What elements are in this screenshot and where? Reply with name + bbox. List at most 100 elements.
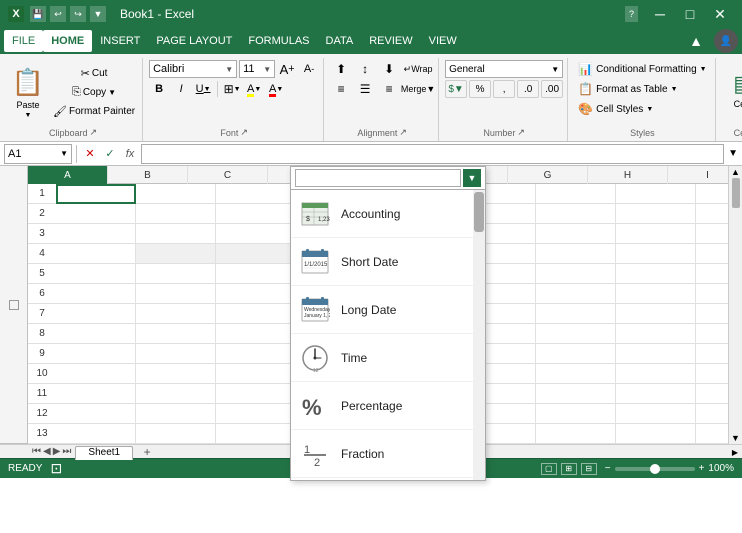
cell-C12[interactable] <box>216 404 296 424</box>
cell-B4[interactable] <box>136 244 216 264</box>
copy-button[interactable]: ⎘ Copy ▼ <box>50 84 138 102</box>
cell-H5[interactable] <box>616 264 696 284</box>
formula-input[interactable] <box>141 144 724 164</box>
bold-button[interactable]: B <box>149 80 169 98</box>
cell-A12[interactable] <box>56 404 136 424</box>
dropdown-item-accounting[interactable]: $ 1,234 Accounting <box>291 190 485 238</box>
last-sheet-button[interactable]: ⏭ <box>62 446 71 457</box>
fill-color-button[interactable]: A ▼ <box>244 80 264 98</box>
dropdown-scrollbar-track[interactable] <box>473 190 485 480</box>
clipboard-expand-icon[interactable]: ↗ <box>90 127 98 138</box>
cell-B13[interactable] <box>136 424 216 444</box>
minimize-button[interactable]: ─ <box>646 0 674 28</box>
cell-C6[interactable] <box>216 284 296 304</box>
cell-H9[interactable] <box>616 344 696 364</box>
page-layout-view-button[interactable]: ⊞ <box>561 463 577 475</box>
cell-I10[interactable] <box>696 364 728 384</box>
cell-G13[interactable] <box>536 424 616 444</box>
scroll-down-button[interactable]: ▼ <box>730 432 742 444</box>
number-format-selector[interactable]: General ▼ <box>445 60 563 78</box>
cell-B2[interactable] <box>136 204 216 224</box>
align-bottom-button[interactable]: ⬇ <box>378 60 400 78</box>
menu-home[interactable]: HOME <box>43 30 92 52</box>
cell-G1[interactable] <box>536 184 616 204</box>
accounting-format-button[interactable]: $▼ <box>445 80 467 98</box>
underline-button[interactable]: U ▼ <box>193 80 213 98</box>
cell-H6[interactable] <box>616 284 696 304</box>
menu-data[interactable]: DATA <box>318 30 362 52</box>
cell-I7[interactable] <box>696 304 728 324</box>
page-break-view-button[interactable]: ⊟ <box>581 463 597 475</box>
col-header-I[interactable]: I <box>668 166 728 184</box>
cell-G8[interactable] <box>536 324 616 344</box>
cell-C11[interactable] <box>216 384 296 404</box>
scroll-up-button[interactable]: ▲ <box>730 166 742 178</box>
cell-H4[interactable] <box>616 244 696 264</box>
conditional-formatting-button[interactable]: 📊 Conditional Formatting ▼ <box>574 60 711 78</box>
next-sheet-button[interactable]: ▶ <box>53 446 61 457</box>
cell-A3[interactable] <box>56 224 136 244</box>
font-size-selector[interactable]: 11 ▼ <box>239 60 275 78</box>
cell-G12[interactable] <box>536 404 616 424</box>
vertical-scrollbar[interactable]: ▲ ▼ <box>728 166 742 444</box>
decrease-font-button[interactable]: A- <box>299 60 319 78</box>
menu-insert[interactable]: INSERT <box>92 30 148 52</box>
cell-I13[interactable] <box>696 424 728 444</box>
cell-G10[interactable] <box>536 364 616 384</box>
number-expand-icon[interactable]: ↗ <box>517 127 525 138</box>
col-header-H[interactable]: H <box>588 166 668 184</box>
dropdown-item-scientific[interactable]: 10 2 Scientific <box>291 478 485 480</box>
increase-decimal-button[interactable]: .0 <box>517 80 539 98</box>
cell-H13[interactable] <box>616 424 696 444</box>
align-middle-button[interactable]: ↕ <box>354 60 376 78</box>
cell-A7[interactable] <box>56 304 136 324</box>
cell-I8[interactable] <box>696 324 728 344</box>
cell-G4[interactable] <box>536 244 616 264</box>
cell-I11[interactable] <box>696 384 728 404</box>
col-header-G[interactable]: G <box>508 166 588 184</box>
scroll-thumb[interactable] <box>732 178 740 208</box>
cell-C10[interactable] <box>216 364 296 384</box>
font-expand-icon[interactable]: ↗ <box>240 127 248 138</box>
cell-I5[interactable] <box>696 264 728 284</box>
customize-icon[interactable]: ▼ <box>90 6 106 22</box>
paste-button[interactable]: 📋 Paste ▼ <box>8 63 48 123</box>
zoom-slider-track[interactable] <box>615 467 695 471</box>
cell-B11[interactable] <box>136 384 216 404</box>
cell-I12[interactable] <box>696 404 728 424</box>
close-button[interactable]: ✕ <box>706 0 734 28</box>
dropdown-item-percentage[interactable]: % Percentage <box>291 382 485 430</box>
font-color-button[interactable]: A ▼ <box>266 80 286 98</box>
confirm-formula-button[interactable]: ✓ <box>101 145 119 163</box>
cell-H2[interactable] <box>616 204 696 224</box>
cell-A10[interactable] <box>56 364 136 384</box>
cell-C4[interactable] <box>216 244 296 264</box>
menu-view[interactable]: VIEW <box>421 30 465 52</box>
comma-format-button[interactable]: , <box>493 80 515 98</box>
cell-B5[interactable] <box>136 264 216 284</box>
cell-I1[interactable] <box>696 184 728 204</box>
cell-A5[interactable] <box>56 264 136 284</box>
cell-B12[interactable] <box>136 404 216 424</box>
dropdown-item-long-date[interactable]: Wednesday, January 1, 2015 Long Date <box>291 286 485 334</box>
cell-C3[interactable] <box>216 224 296 244</box>
menu-formulas[interactable]: FORMULAS <box>240 30 317 52</box>
cell-styles-button[interactable]: 🎨 Cell Styles ▼ <box>574 100 711 118</box>
cell-B9[interactable] <box>136 344 216 364</box>
cell-I4[interactable] <box>696 244 728 264</box>
cell-A9[interactable] <box>56 344 136 364</box>
cell-A8[interactable] <box>56 324 136 344</box>
align-top-button[interactable]: ⬆ <box>330 60 352 78</box>
cell-G6[interactable] <box>536 284 616 304</box>
cell-I6[interactable] <box>696 284 728 304</box>
insert-function-button[interactable]: fx <box>121 145 139 163</box>
dropdown-search-input[interactable] <box>295 169 461 187</box>
dropdown-item-time[interactable]: 12 Time <box>291 334 485 382</box>
alignment-expand-icon[interactable]: ↗ <box>399 127 407 138</box>
cell-I9[interactable] <box>696 344 728 364</box>
dropdown-item-short-date[interactable]: 1/1/2015 Short Date <box>291 238 485 286</box>
cell-C5[interactable] <box>216 264 296 284</box>
increase-font-button[interactable]: A+ <box>277 60 297 78</box>
cell-G7[interactable] <box>536 304 616 324</box>
col-header-C[interactable]: C <box>188 166 268 184</box>
